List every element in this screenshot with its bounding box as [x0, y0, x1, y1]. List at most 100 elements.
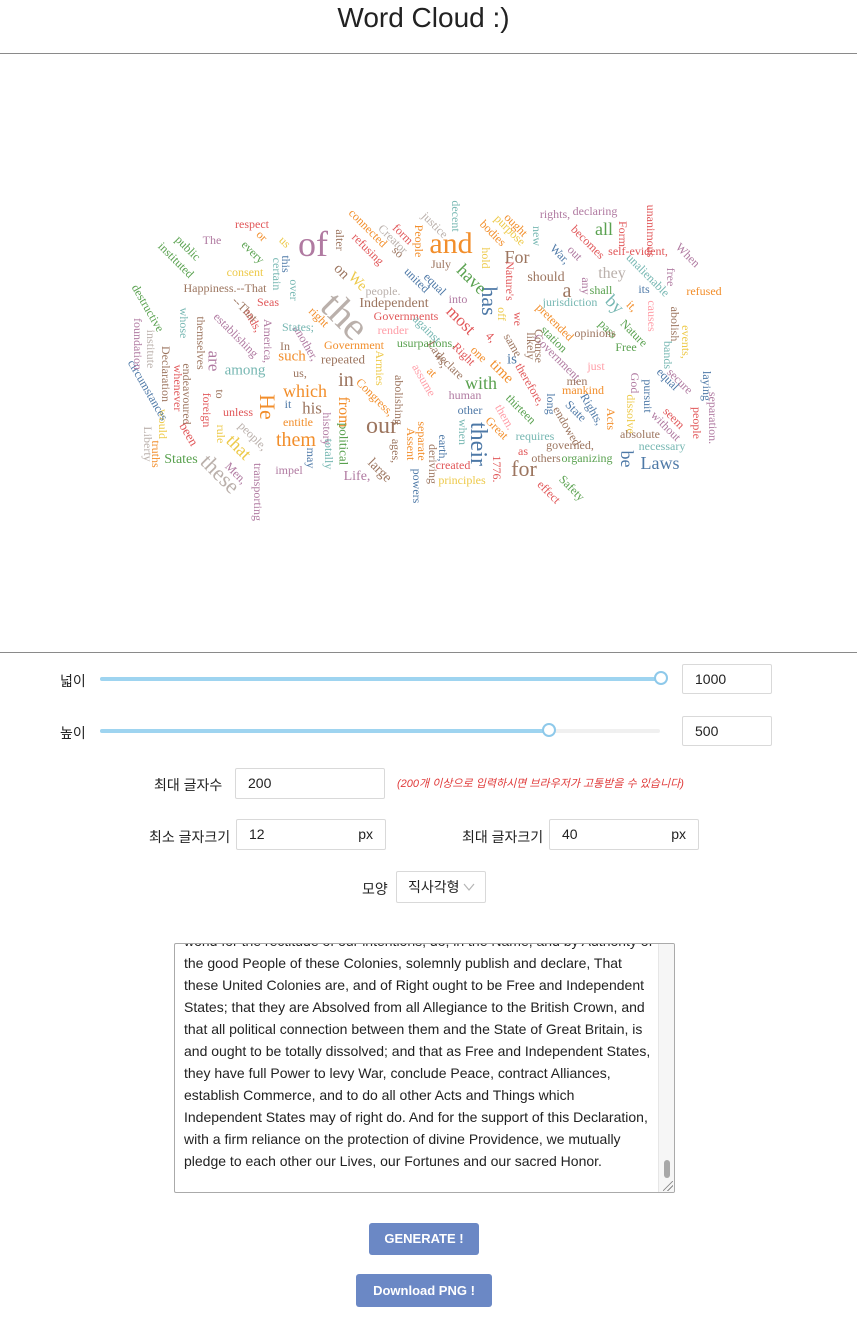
cloud-divider	[0, 652, 857, 653]
cloud-word: to	[213, 389, 227, 399]
cloud-word: rule	[214, 424, 228, 444]
height-input[interactable]: 500	[682, 716, 772, 746]
cloud-word: into	[448, 292, 468, 306]
cloud-word: same	[500, 330, 526, 360]
cloud-word: unless	[223, 405, 253, 419]
shape-select-value: 직사각형	[408, 879, 460, 895]
cloud-word: Life,	[343, 469, 371, 484]
height-slider-fill	[100, 729, 548, 733]
height-slider-handle[interactable]	[542, 723, 556, 737]
cloud-word: it	[284, 397, 292, 411]
width-label: 넓이	[60, 673, 86, 689]
cloud-word: jurisdiction	[542, 295, 598, 309]
max-font-unit: px	[671, 826, 686, 842]
cloud-word: War,	[547, 241, 573, 267]
cloud-word: among	[224, 362, 266, 379]
cloud-word: likely	[524, 332, 538, 360]
cloud-word: other	[457, 403, 483, 417]
cloud-word: others	[531, 451, 561, 465]
cloud-word: 4,	[482, 328, 500, 346]
cloud-word: equal	[420, 269, 450, 299]
cloud-word: Acts	[604, 408, 618, 430]
cloud-word: created	[435, 458, 471, 472]
textarea-scrollbar[interactable]	[658, 944, 674, 1192]
cloud-word: be	[617, 450, 637, 468]
min-font-input[interactable]: 12 px	[236, 819, 386, 850]
cloud-word: States	[164, 452, 198, 467]
cloud-word: off	[495, 307, 509, 321]
cloud-word: totally	[322, 438, 336, 470]
cloud-word: pursuit	[641, 379, 655, 413]
cloud-word: people.	[365, 284, 401, 298]
cloud-word: 1776.	[490, 455, 504, 483]
cloud-word: us,	[293, 366, 307, 380]
cloud-word: its	[638, 282, 650, 296]
cloud-word: they	[598, 265, 626, 282]
chevron-down-icon	[463, 872, 475, 914]
cloud-word: foundation	[131, 318, 145, 370]
cloud-word: render	[377, 323, 409, 337]
height-slider[interactable]	[100, 723, 660, 737]
textarea-scrollbar-thumb[interactable]	[664, 1160, 670, 1178]
cloud-word: repeated	[320, 351, 366, 367]
cloud-word: alter	[333, 229, 347, 251]
cloud-word: truths	[149, 440, 163, 468]
cloud-word: when	[456, 419, 470, 445]
cloud-word: requires	[515, 429, 555, 443]
shape-select[interactable]: 직사각형	[396, 871, 486, 903]
width-slider-handle[interactable]	[654, 671, 668, 685]
cloud-word: separation.	[706, 391, 720, 445]
cloud-word: rights,	[539, 207, 571, 221]
cloud-word: political	[336, 422, 352, 466]
min-font-unit: px	[358, 826, 373, 842]
cloud-word: ages,	[389, 438, 403, 464]
cloud-word: long	[544, 393, 558, 415]
cloud-word: decent	[449, 200, 463, 232]
generate-button[interactable]: GENERATE !	[369, 1223, 479, 1255]
cloud-word: America,	[261, 318, 275, 364]
source-text-content: world for the rectitude of our intention…	[184, 944, 653, 1169]
cloud-word: as	[518, 444, 528, 458]
cloud-word: of	[298, 224, 328, 264]
cloud-word: us	[276, 233, 294, 251]
cloud-word: Armies	[373, 350, 387, 386]
cloud-word: Happiness.--That	[183, 281, 267, 295]
cloud-word: entitle	[283, 415, 313, 429]
cloud-word: events,	[679, 325, 693, 359]
cloud-word: this	[279, 255, 293, 273]
resize-handle-icon[interactable]	[663, 1181, 673, 1191]
source-text-area[interactable]: world for the rectitude of our intention…	[174, 943, 675, 1193]
width-input[interactable]: 1000	[682, 664, 772, 694]
max-words-warning: (200개 이상으로 입력하시면 브라우저가 고통받을 수 있습니다)	[397, 778, 684, 790]
cloud-word: just	[587, 359, 605, 373]
page-title: Word Cloud :)	[337, 2, 510, 33]
cloud-word: mankind	[562, 383, 604, 397]
cloud-word: When	[672, 239, 704, 271]
cloud-word: Free	[615, 340, 637, 354]
cloud-word: God	[628, 372, 642, 394]
word-cloud: the of and our their for has He in these them which…	[0, 54, 857, 652]
cloud-word: necessary	[638, 439, 686, 453]
max-font-input[interactable]: 40 px	[549, 819, 699, 850]
cloud-word: hold	[479, 247, 493, 269]
max-words-input[interactable]: 200	[235, 768, 385, 799]
cloud-word: we	[511, 312, 525, 326]
cloud-word: Laws	[640, 453, 680, 473]
cloud-word: consent	[226, 265, 264, 279]
cloud-word: impel	[275, 463, 303, 477]
cloud-word: new	[530, 226, 544, 246]
cloud-word: The	[202, 233, 222, 247]
cloud-word: themselves	[194, 316, 208, 370]
cloud-word: institute	[144, 329, 158, 369]
width-slider[interactable]	[100, 671, 668, 685]
cloud-word: People	[412, 224, 426, 258]
cloud-word: endeavoured	[180, 363, 194, 425]
max-font-value: 40	[562, 826, 578, 842]
cloud-word: over	[287, 279, 301, 301]
height-label: 높이	[60, 725, 86, 741]
download-png-button[interactable]: Download PNG !	[356, 1274, 492, 1307]
cloud-word: principles	[438, 473, 486, 487]
cloud-word: may	[304, 447, 318, 469]
cloud-word: most	[442, 301, 480, 339]
shape-label: 모양	[362, 881, 388, 897]
